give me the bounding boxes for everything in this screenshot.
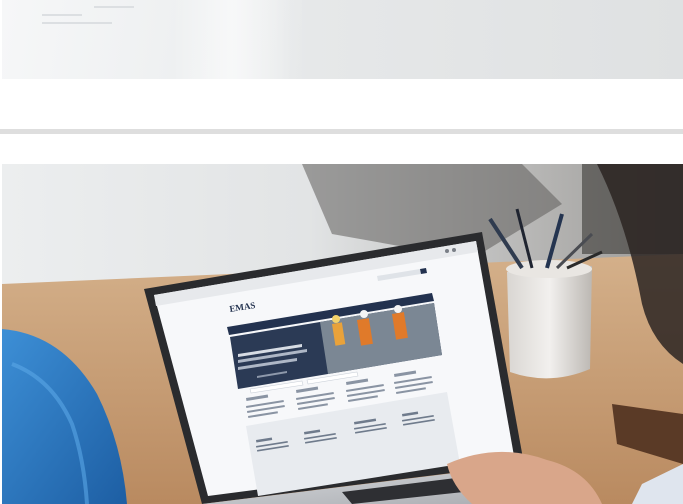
worker-helmet: [394, 305, 402, 313]
worker-helmet: [332, 315, 340, 323]
paper-text-line: [94, 6, 134, 8]
browser-icon: [445, 249, 449, 253]
site-search-button: [420, 268, 427, 274]
top-blurred-photo: [2, 0, 683, 79]
browser-icon: [452, 248, 456, 252]
worker-helmet: [360, 310, 368, 318]
paper-text-line: [42, 14, 82, 16]
paper-text-line: [42, 22, 112, 24]
pen-cup: [507, 266, 592, 379]
laptop-photo-illustration: EMAS: [2, 164, 683, 504]
page: EMAS: [0, 0, 683, 504]
laptop-photo: EMAS: [2, 164, 683, 504]
light-glare-shape: [172, 0, 292, 79]
section-divider: [0, 129, 683, 134]
